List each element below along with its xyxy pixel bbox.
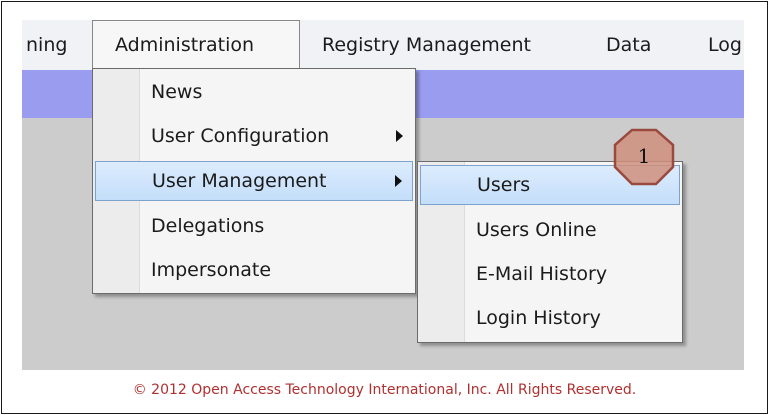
menu-item-user-configuration[interactable]: User Configuration	[95, 116, 413, 156]
menu-item-administration[interactable]: Administration	[92, 20, 300, 70]
menu-item-login-history[interactable]: Login History	[420, 298, 680, 338]
submenu-arrow-icon	[395, 175, 402, 187]
menu-item-delegations[interactable]: Delegations	[95, 206, 413, 246]
menu-item-delegations-label: Delegations	[151, 215, 265, 237]
menu-item-news[interactable]: News	[95, 72, 413, 112]
menu-item-users-online-label: Users Online	[476, 219, 597, 241]
menu-item-registry-management[interactable]: Registry Management	[318, 20, 535, 70]
menu-item-user-management-label: User Management	[152, 170, 327, 192]
menu-item-login-history-label: Login History	[476, 307, 601, 329]
menu-item-email-history-label: E-Mail History	[476, 263, 608, 285]
callout-badge: 1	[610, 127, 678, 189]
menu-item-users-online[interactable]: Users Online	[420, 210, 680, 250]
menu-item-impersonate[interactable]: Impersonate	[95, 250, 413, 290]
menu-item-impersonate-label: Impersonate	[151, 259, 272, 281]
menu-item-email-history[interactable]: E-Mail History	[420, 254, 680, 294]
menu-item-training[interactable]: ning	[22, 20, 71, 70]
menu-item-log[interactable]: Log	[704, 20, 746, 70]
administration-dropdown: News User Configuration User Management …	[92, 68, 416, 294]
menu-item-users-label: Users	[477, 174, 531, 196]
callout-number: 1	[637, 144, 651, 168]
menu-item-user-management[interactable]: User Management	[95, 161, 413, 201]
menu-item-news-label: News	[151, 81, 203, 103]
menu-item-user-configuration-label: User Configuration	[151, 125, 330, 147]
menu-item-data[interactable]: Data	[602, 20, 655, 70]
main-menubar: ning Administration Registry Management …	[22, 20, 744, 71]
copyright-text: © 2012 Open Access Technology Internatio…	[132, 382, 637, 398]
submenu-arrow-icon	[396, 130, 403, 142]
